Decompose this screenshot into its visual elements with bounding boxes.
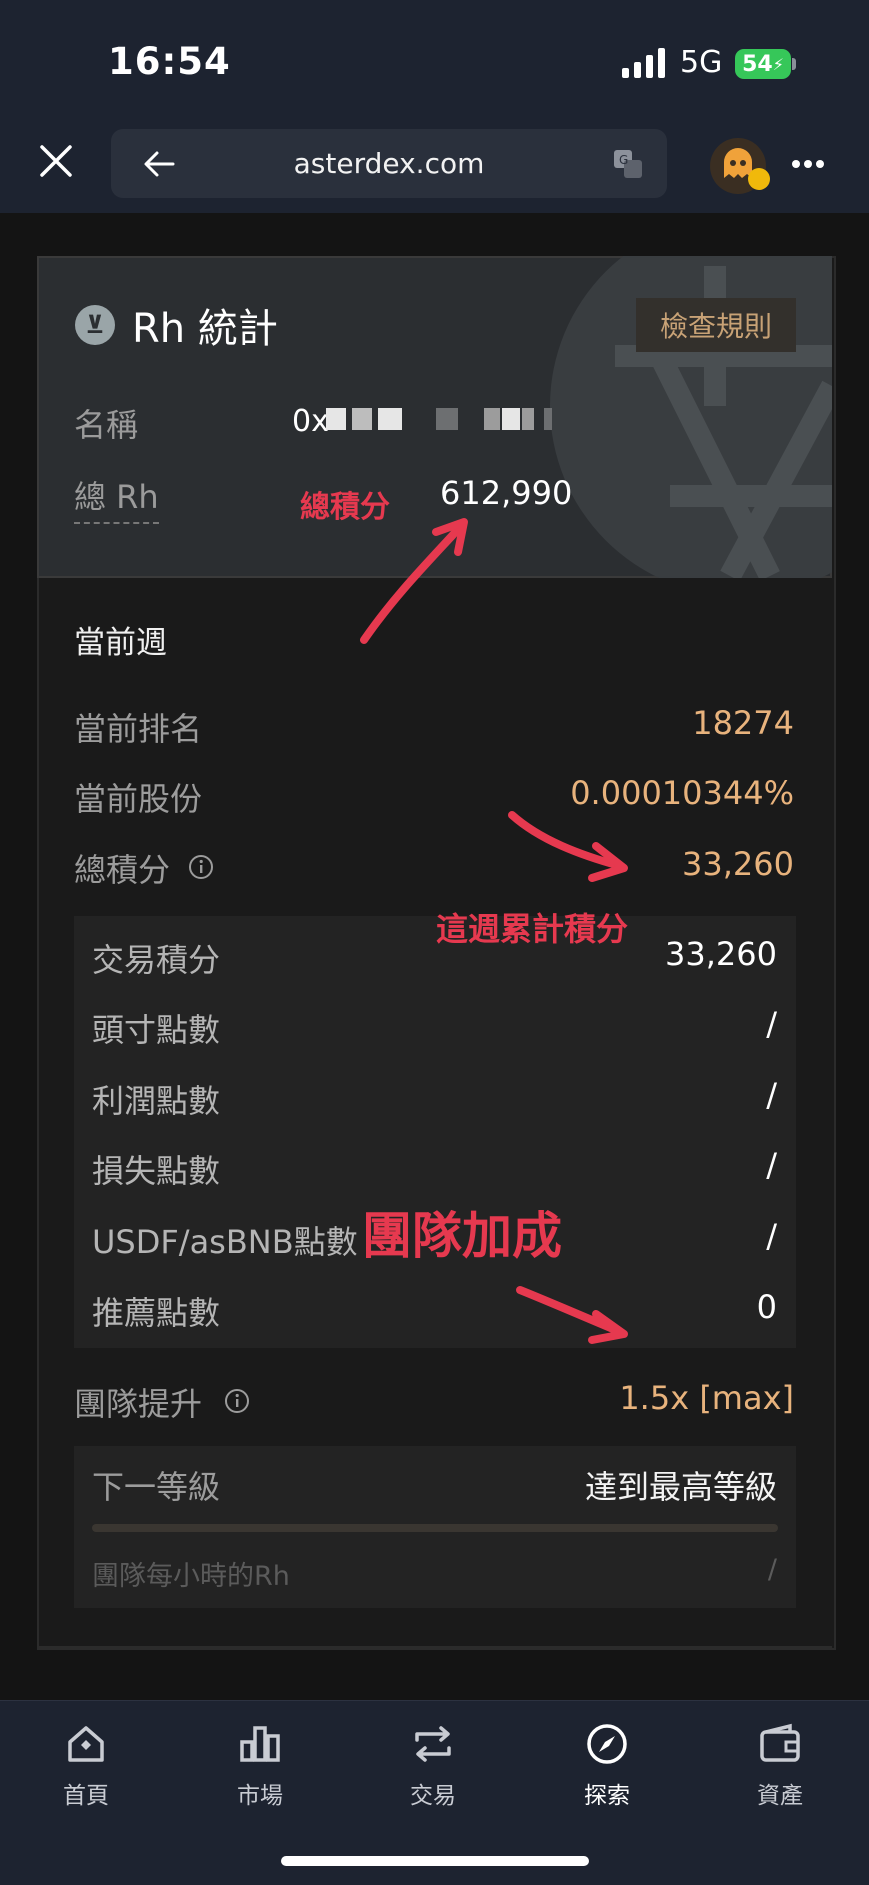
name-label: 名稱 — [74, 406, 139, 444]
team-boost-info-icon[interactable] — [224, 1388, 250, 1414]
total-rh-label[interactable]: 總 Rh — [74, 472, 159, 524]
next-level-value: 達到最高等級 — [584, 1468, 777, 1506]
annotation-total-points: 總積分 — [300, 490, 390, 525]
nav-market[interactable]: 市場 — [200, 1722, 320, 1810]
nav-market-label: 市場 — [237, 1783, 283, 1809]
nav-explore[interactable]: 探索 — [547, 1722, 667, 1810]
team-hourly-rh-value: / — [767, 1554, 777, 1585]
annotation-team-bonus: 團隊加成 — [362, 1207, 562, 1265]
nav-trade[interactable]: 交易 — [373, 1722, 493, 1810]
total-points-value: 33,260 — [682, 845, 794, 883]
battery-indicator: 54 ⚡ — [735, 49, 791, 79]
trading-points-value: 33,260 — [665, 935, 777, 973]
card-title: Rh 統計 — [132, 306, 278, 352]
network-type: 5G — [680, 45, 723, 80]
status-time: 16:54 — [108, 40, 231, 83]
profit-points-label: 利潤點數 — [92, 1082, 221, 1120]
battery-cap — [792, 58, 796, 70]
nav-assets[interactable]: 資產 — [720, 1722, 840, 1810]
position-points-label: 頭寸點數 — [92, 1011, 221, 1049]
nav-home[interactable]: 首頁 — [26, 1722, 146, 1810]
wallet-icon — [760, 1723, 800, 1762]
current-share-value: 0.00010344% — [570, 774, 794, 812]
signal-icon — [622, 48, 665, 78]
close-icon[interactable] — [38, 143, 74, 179]
next-level-label: 下一等級 — [92, 1468, 221, 1506]
more-icon[interactable] — [790, 158, 826, 170]
nav-assets-label: 資產 — [757, 1783, 803, 1809]
svg-text:G: G — [619, 153, 628, 167]
total-points-label: 總積分 — [74, 851, 171, 889]
team-boost-value: 1.5x [max] — [619, 1379, 794, 1417]
explore-icon — [587, 1724, 627, 1764]
profit-points-value: / — [766, 1076, 777, 1114]
position-points-value: / — [766, 1005, 777, 1043]
total-rh-value: 612,990 — [440, 474, 573, 512]
nav-explore-label: 探索 — [584, 1783, 630, 1809]
market-icon — [240, 1726, 280, 1762]
battery-level: 54 — [742, 51, 773, 77]
current-week-title: 當前週 — [74, 625, 167, 661]
home-icon — [68, 1726, 104, 1762]
loss-points-value: / — [766, 1146, 777, 1184]
current-share-label: 當前股份 — [74, 780, 203, 818]
home-indicator[interactable] — [281, 1856, 589, 1866]
referral-points-value: 0 — [756, 1288, 777, 1326]
redacted-address — [326, 408, 552, 430]
current-rank-value: 18274 — [692, 704, 794, 742]
current-rank-label: 當前排名 — [74, 710, 203, 748]
rh-token-icon: ⊻ — [75, 305, 115, 345]
annotation-week-cumulative: 這週累計積分 — [436, 910, 629, 948]
info-icon[interactable] — [188, 854, 214, 880]
usdf-points-value: / — [766, 1217, 777, 1255]
card-divider — [37, 1646, 832, 1648]
loss-points-label: 損失點數 — [92, 1152, 221, 1190]
trading-points-label: 交易積分 — [92, 941, 221, 979]
translate-icon[interactable]: G — [612, 148, 644, 180]
referral-points-label: 推薦點數 — [92, 1294, 221, 1332]
level-progress-bar — [92, 1524, 778, 1532]
check-rules-button[interactable]: 檢查規則 — [636, 298, 796, 352]
nav-trade-label: 交易 — [410, 1783, 456, 1809]
team-hourly-rh-label: 團隊每小時的Rh — [92, 1561, 290, 1592]
url-text[interactable]: asterdex.com — [111, 129, 667, 198]
usdf-points-label: USDF/asBNB點數 — [92, 1223, 358, 1261]
nav-home-label: 首頁 — [63, 1783, 109, 1809]
bnb-badge-icon — [748, 168, 770, 190]
trade-icon — [415, 1726, 451, 1762]
team-boost-label: 團隊提升 — [74, 1385, 203, 1423]
